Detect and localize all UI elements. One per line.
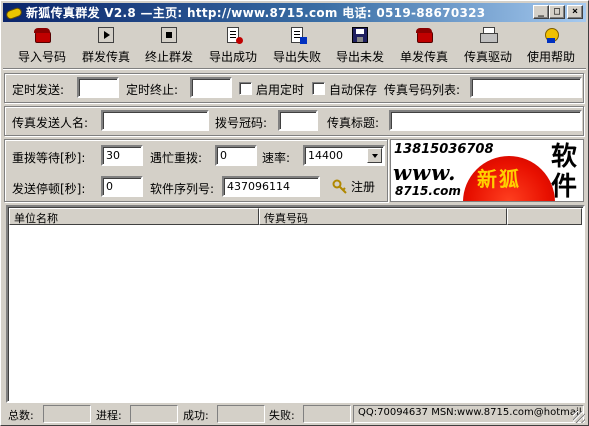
close-button[interactable]: × [567,5,583,19]
toolbar-label: 使用帮助 [526,50,575,64]
help-button[interactable]: 使用帮助 [516,27,586,67]
fail-label: 失败: [269,409,295,422]
register-label: 注册 [351,180,376,194]
banner-www: www. [393,160,457,185]
dial-prefix-input[interactable] [278,110,318,131]
speed-value: 14400 [308,149,343,162]
title-bar[interactable]: 新狐传真群发 V2.8 —主页: http://www.8715.com 电话:… [3,3,586,22]
toolbar-label: 传真驱动 [463,50,512,64]
mass-send-fax-button[interactable]: 群发传真 [71,27,141,67]
resize-grip-icon[interactable] [573,411,585,423]
play-icon [98,27,114,43]
start-time-input[interactable] [77,77,119,98]
save-disk-icon [352,27,368,43]
toolbar-label: 导入号码 [17,50,66,64]
export-unsent-button[interactable]: 导出未发 [325,27,395,67]
serial-input[interactable]: 437096114 [222,176,320,197]
fax-subject-input[interactable] [389,110,582,131]
main-window: 新狐传真群发 V2.8 —主页: http://www.8715.com 电话:… [0,0,589,426]
send-pause-label: 发送停顿[秒]: [12,182,86,196]
export-success-button[interactable]: 导出成功 [198,27,268,67]
fax-list-label: 传真号码列表: [384,83,461,97]
maximize-button[interactable]: □ [549,5,565,19]
toolbar-label: 导出失败 [272,50,321,64]
export-success-icon [227,27,243,44]
success-value [217,405,265,423]
toolbar-label: 群发传真 [81,50,130,64]
speed-label: 速率: [262,151,291,165]
toolbar-label: 导出未发 [335,50,384,64]
serial-label: 软件序列号: [150,182,215,196]
enable-timer-checkbox[interactable] [239,82,252,95]
total-value [43,405,91,423]
chevron-down-icon[interactable] [367,148,382,163]
banner-jian: 件 [551,172,578,202]
toolbar: 导入号码 群发传真 终止群发 导出成功 导出失败 导出未发 单发传真 传真驱动 [3,23,586,69]
enable-timer-label: 启用定时 [256,83,305,97]
fax-driver-button[interactable]: 传真驱动 [453,27,523,67]
end-time-input[interactable] [190,77,232,98]
app-logo-icon [4,6,24,20]
speed-select[interactable]: 14400 [303,145,385,166]
banner-software-text: 软 件 [551,142,578,202]
help-icon [543,27,559,43]
total-label: 总数: [8,409,34,422]
column-header-company[interactable]: 单位名称 [9,208,259,225]
ad-banner[interactable]: 13815036708 www. 8715.com 新狐 软 件 [390,139,584,202]
sender-name-input[interactable] [101,110,209,131]
fax-list-input[interactable] [470,77,582,98]
window-title: 新狐传真群发 V2.8 —主页: http://www.8715.com 电话:… [26,6,486,20]
fax-subject-label: 传真标题: [327,116,380,130]
autosave-checkbox[interactable] [312,82,325,95]
sender-panel: 传真发送人名: 拨号冠码: 传真标题: [4,106,584,136]
busy-redial-input[interactable]: 0 [215,145,257,166]
send-pause-input[interactable]: 0 [101,176,143,197]
success-label: 成功: [183,409,209,422]
busy-redial-label: 遇忙重拨: [150,151,203,165]
banner-brand: 新狐 [477,167,521,191]
start-time-label: 定时发送: [12,83,65,97]
stop-mass-send-button[interactable]: 终止群发 [134,27,204,67]
import-numbers-button[interactable]: 导入号码 [7,27,77,67]
schedule-panel: 定时发送: 定时终止: 启用定时 自动保存 传真号码列表: [4,73,584,103]
progress-value [130,405,178,423]
fail-value [303,405,351,423]
contact-info: QQ:70094637 MSN:www.8715.com@hotmail [358,407,582,418]
status-bar: 总数: 进程: 成功: 失败: QQ:70094637 MSN:www.8715… [3,404,586,424]
export-fail-icon [291,27,307,44]
stop-icon [161,27,177,43]
column-header-fax-number[interactable]: 传真号码 [259,208,507,225]
retry-wait-label: 重拨等待[秒]: [12,151,86,165]
banner-phone: 13815036708 [394,142,494,157]
phone-icon [34,27,51,43]
list-header: 单位名称 传真号码 [9,208,582,225]
sender-name-label: 传真发送人名: [12,116,89,130]
single-send-fax-button[interactable]: 单发传真 [389,27,459,67]
banner-ruan: 软 [551,142,578,172]
minimize-button[interactable]: _ [533,5,549,19]
fax-list-view[interactable]: 单位名称 传真号码 [6,205,585,403]
phone-icon [416,27,433,43]
export-fail-button[interactable]: 导出失败 [262,27,332,67]
end-time-label: 定时终止: [126,83,179,97]
settings-panel: 重拨等待[秒]: 30 遇忙重拨: 0 速率: 14400 发送停顿[秒]: 0… [4,139,388,202]
toolbar-label: 终止群发 [144,50,193,64]
dial-prefix-label: 拨号冠码: [215,116,268,130]
column-header-empty[interactable] [507,208,582,225]
toolbar-label: 导出成功 [208,50,257,64]
progress-label: 进程: [96,409,122,422]
toolbar-label: 单发传真 [399,50,448,64]
key-icon [332,179,347,194]
printer-icon [480,27,498,43]
banner-url: 8715.com [395,184,461,198]
register-button[interactable]: 注册 [332,178,375,195]
autosave-label: 自动保存 [329,83,378,97]
retry-wait-input[interactable]: 30 [101,145,143,166]
